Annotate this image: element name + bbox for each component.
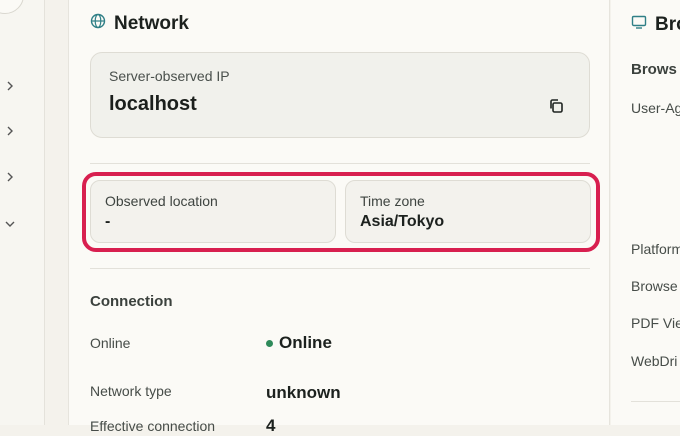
online-value-text: Online xyxy=(279,333,332,352)
monitor-icon xyxy=(631,14,647,36)
browser-title: Bro xyxy=(631,14,680,36)
nav-toggle-button[interactable] xyxy=(0,0,24,14)
network-panel: Network Server-observed IP localhost Obs… xyxy=(68,0,610,435)
browser-row-browser: Browse xyxy=(631,278,678,294)
server-ip-value: localhost xyxy=(109,93,197,115)
server-ip-label: Server-observed IP xyxy=(109,68,230,84)
effective-connection-value: 4 xyxy=(266,416,276,435)
chevron-right-icon[interactable] xyxy=(2,169,18,185)
network-title-text: Network xyxy=(114,13,189,34)
chevron-right-icon[interactable] xyxy=(2,78,18,94)
network-type-label: Network type xyxy=(90,383,172,399)
chevron-right-icon[interactable] xyxy=(2,123,18,139)
globe-icon xyxy=(90,13,106,35)
highlight-outline xyxy=(82,172,600,252)
connection-title: Connection xyxy=(90,293,173,310)
network-title: Network xyxy=(90,12,189,36)
online-value: Online xyxy=(266,333,332,353)
browser-section-title: Brows xyxy=(631,61,677,78)
copy-button[interactable] xyxy=(545,95,567,117)
divider xyxy=(631,401,680,402)
chevron-down-icon[interactable] xyxy=(2,216,18,232)
server-ip-card: Server-observed IP localhost xyxy=(90,52,590,138)
browser-row-platform: Platform xyxy=(631,241,680,257)
browser-row-pdf-viewer: PDF Vie xyxy=(631,315,680,331)
gutter xyxy=(45,0,68,425)
online-label: Online xyxy=(90,335,131,351)
divider xyxy=(90,163,590,164)
status-dot-icon xyxy=(266,339,273,347)
copy-icon xyxy=(550,99,563,113)
browser-panel: Bro Brows User-Ag Platform Browse PDF Vi… xyxy=(611,0,680,425)
divider xyxy=(90,268,590,269)
left-nav-rail xyxy=(0,0,45,425)
effective-connection-label: Effective connection xyxy=(90,418,216,434)
network-type-value: unknown xyxy=(266,383,341,402)
browser-row-user-agent: User-Ag xyxy=(631,100,680,116)
browser-row-webdriver: WebDri xyxy=(631,353,678,369)
browser-title-text: Bro xyxy=(655,14,680,35)
